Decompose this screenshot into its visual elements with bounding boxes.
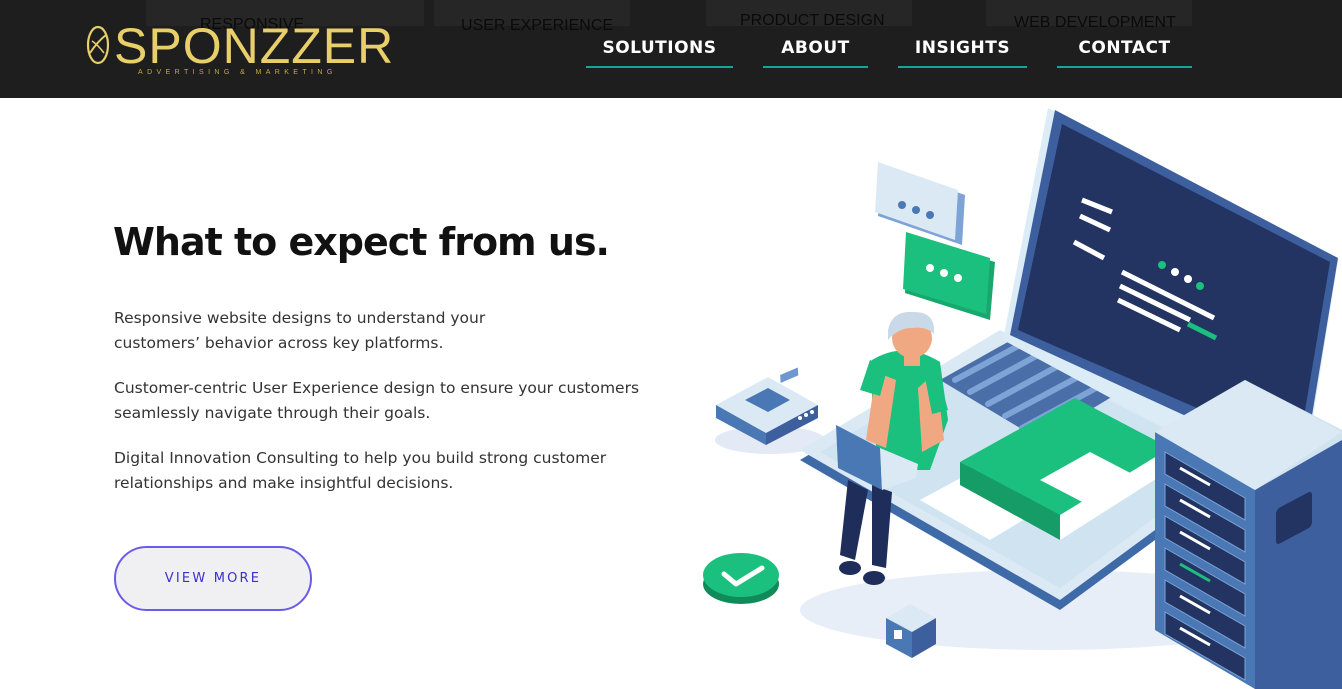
person-figure <box>836 311 948 585</box>
paragraph-responsive: Responsive website designs to understand… <box>114 306 674 356</box>
paragraph-line: Digital Innovation Consulting to help yo… <box>114 449 607 467</box>
nav-solutions[interactable]: SOLUTIONS <box>586 36 733 68</box>
ghost-label-user-experience: USER EXPERIENCE <box>461 17 614 34</box>
ghost-label-product-design: PRODUCT DESIGN <box>740 12 885 29</box>
paragraph-line: Customer-centric User Experience design … <box>114 379 640 397</box>
ghost-label-web-development: WEB DEVELOPMENT <box>1014 14 1176 31</box>
paragraph-innovation: Digital Innovation Consulting to help yo… <box>114 446 674 496</box>
site-header: RESPONSIVE USER EXPERIENCE PRODUCT DESIG… <box>0 0 1342 98</box>
page-title: What to expect from us. <box>113 220 610 264</box>
paragraph-ux: Customer-centric User Experience design … <box>114 376 674 426</box>
logo-leaf-icon <box>86 25 110 65</box>
nav-contact[interactable]: CONTACT <box>1057 36 1192 68</box>
server-icon <box>1155 380 1342 689</box>
check-badge-icon <box>703 553 779 604</box>
logo-wordmark: SPONZZER <box>114 18 395 74</box>
chat-bubble-icon <box>875 162 995 320</box>
paragraph-line: Responsive website designs to understand… <box>114 309 486 327</box>
nav-about[interactable]: ABOUT <box>763 36 868 68</box>
nav-insights[interactable]: INSIGHTS <box>898 36 1027 68</box>
paragraph-line: seamlessly navigate through their goals. <box>114 404 431 422</box>
paragraph-line: relationships and make insightful decisi… <box>114 474 454 492</box>
paragraph-line: customers’ behavior across key platforms… <box>114 334 444 352</box>
logo-tagline: ADVERTISING & MARKETING <box>138 69 337 76</box>
hero-illustration <box>703 108 1342 689</box>
view-more-button[interactable]: VIEW MORE <box>114 546 312 611</box>
site-logo[interactable]: SPONZZER ADVERTISING & MARKETING <box>86 18 396 82</box>
